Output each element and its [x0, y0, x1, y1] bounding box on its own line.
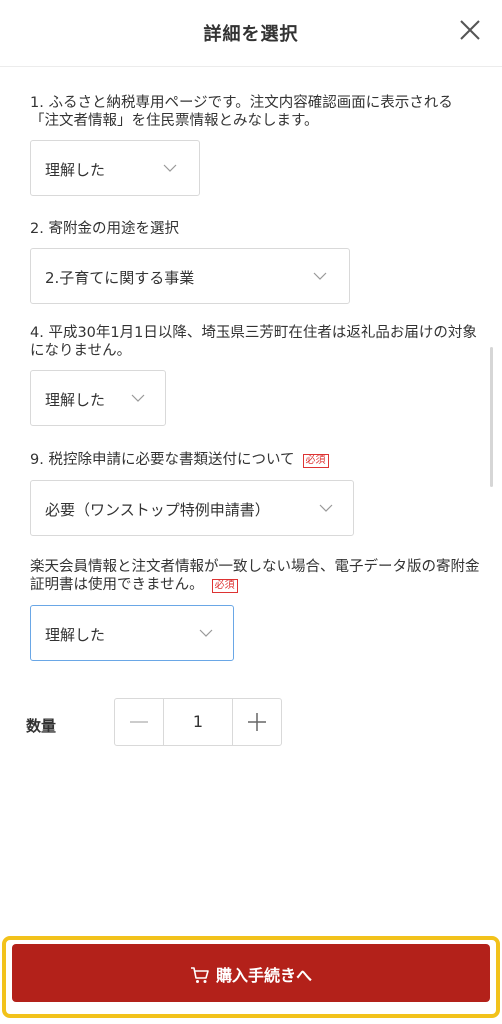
question-4-select[interactable]: 理解した: [30, 370, 166, 426]
question-9-label: 9. 税控除申請に必要な書類送付について 必須: [30, 451, 480, 469]
footer: 購入手続きへ: [0, 930, 502, 1024]
question-4-value: 理解した: [45, 391, 106, 409]
question-2-value: 2.子育てに関する事業: [45, 269, 195, 287]
minus-icon: [130, 721, 148, 723]
chevron-down-icon: [131, 394, 145, 402]
scrollbar[interactable]: [490, 347, 493, 487]
question-membership-value: 理解した: [45, 626, 106, 644]
required-badge: 必須: [302, 454, 329, 468]
header: 詳細を選択: [0, 0, 502, 67]
quantity-stepper: 1: [114, 698, 282, 746]
close-icon: [460, 20, 480, 40]
chevron-down-icon: [199, 629, 213, 637]
question-9-text: 9. 税控除申請に必要な書類送付について: [30, 452, 295, 468]
question-1-label: 1. ふるさと納税専用ページです。注文内容確認画面に表示される「注文者情報」を住…: [30, 94, 480, 130]
quantity-plus-button[interactable]: [232, 699, 281, 745]
chevron-down-icon: [319, 504, 333, 512]
question-9-value: 必要（ワンストップ特例申請書）: [45, 501, 270, 519]
question-2-text: 2. 寄附金の用途を選択: [30, 221, 179, 237]
question-2-select[interactable]: 2.子育てに関する事業: [30, 248, 350, 304]
question-1-value: 理解した: [45, 161, 106, 179]
detail-selection-page: 詳細を選択 1. ふるさと納税専用ページです。注文内容確認画面に表示される「注文…: [0, 0, 502, 1024]
chevron-down-icon: [163, 164, 177, 172]
question-membership-select[interactable]: 理解した: [30, 605, 234, 661]
question-membership-text: 楽天会員情報と注文者情報が一致しない場合、電子データ版の寄附金証明書は使用できま…: [30, 559, 480, 593]
quantity-minus-button[interactable]: [115, 699, 164, 745]
question-4-text: 4. 平成30年1月1日以降、埼玉県三芳町在住者は返礼品お届けの対象になりません…: [30, 325, 477, 359]
question-9-select[interactable]: 必要（ワンストップ特例申請書）: [30, 480, 354, 536]
options-form: 1. ふるさと納税専用ページです。注文内容確認画面に表示される「注文者情報」を住…: [0, 67, 502, 927]
quantity-label: 数量: [26, 717, 57, 735]
question-2-label: 2. 寄附金の用途を選択: [30, 220, 480, 238]
proceed-to-purchase-button[interactable]: 購入手続きへ: [12, 944, 490, 1002]
plus-icon: [248, 713, 266, 731]
quantity-value[interactable]: 1: [163, 712, 233, 731]
question-1-select[interactable]: 理解した: [30, 140, 200, 196]
question-4-label: 4. 平成30年1月1日以降、埼玉県三芳町在住者は返礼品お届けの対象になりません…: [30, 324, 480, 360]
close-button[interactable]: [458, 18, 482, 42]
purchase-button-content: 購入手続きへ: [12, 962, 490, 986]
required-badge: 必須: [211, 579, 238, 593]
question-membership-label: 楽天会員情報と注文者情報が一致しない場合、電子データ版の寄附金証明書は使用できま…: [30, 558, 480, 594]
purchase-button-label: 購入手続きへ: [215, 966, 312, 985]
cart-icon: [190, 967, 209, 983]
page-title: 詳細を選択: [203, 24, 299, 45]
chevron-down-icon: [313, 272, 327, 280]
question-1-text: 1. ふるさと納税専用ページです。注文内容確認画面に表示される「注文者情報」を住…: [30, 95, 453, 129]
